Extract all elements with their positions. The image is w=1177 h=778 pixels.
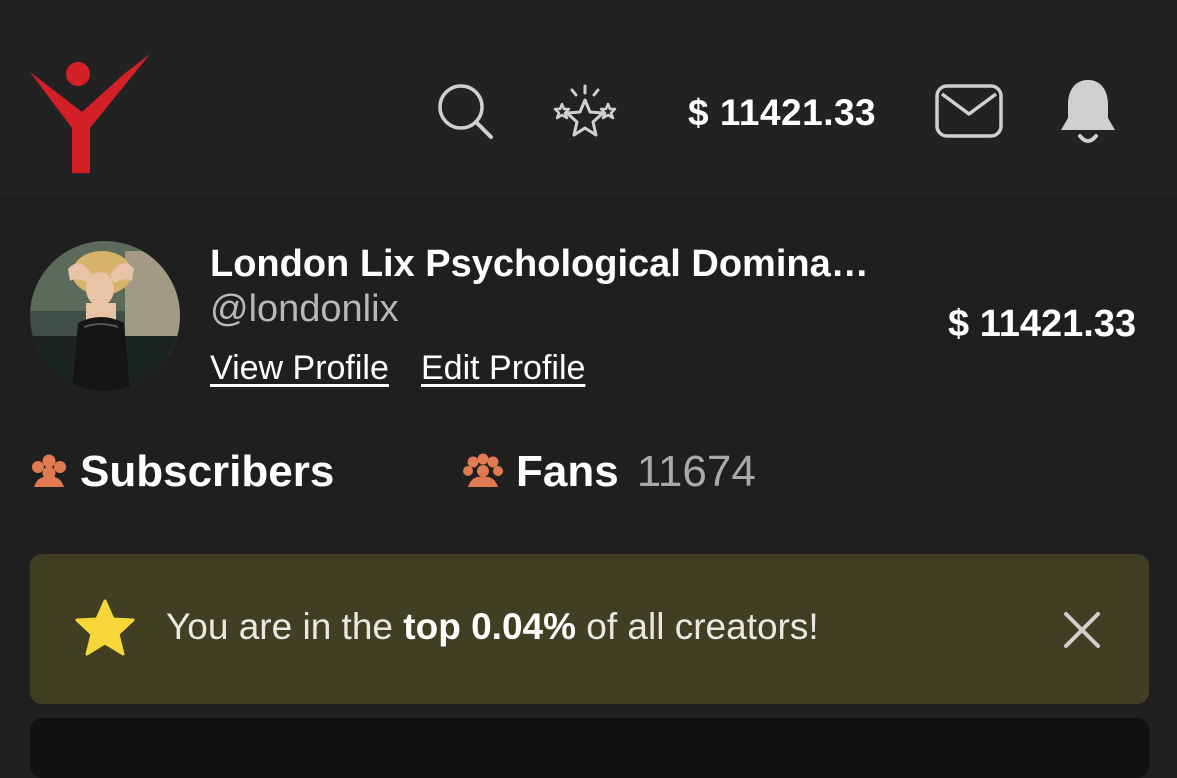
profile-balance: $ 11421.33: [948, 303, 1137, 345]
view-profile-link[interactable]: View Profile: [210, 346, 389, 390]
stars-icon[interactable]: [548, 82, 622, 140]
edit-profile-link[interactable]: Edit Profile: [421, 346, 585, 390]
top-bar: $ 11421.33: [0, 0, 1177, 196]
avatar-photo: [30, 241, 180, 391]
banner-text-before: You are in the: [166, 606, 404, 647]
profile-name: London Lix Psychological Domina…: [210, 243, 869, 285]
star-icon: [75, 599, 135, 656]
content-card: [30, 718, 1149, 778]
subscribers-icon: [32, 454, 66, 487]
subscribers-label: Subscribers: [80, 447, 335, 496]
fans-label: Fans: [516, 447, 619, 496]
bell-icon[interactable]: [1056, 76, 1120, 146]
profile-handle: @londonlix: [210, 288, 399, 330]
achievement-banner: You are in the top 0.04% of all creators…: [30, 554, 1149, 704]
banner-message: You are in the top 0.04% of all creators…: [166, 604, 819, 650]
banner-text-after: of all creators!: [576, 606, 819, 647]
mail-icon[interactable]: [934, 82, 1004, 140]
fans-count: 11674: [636, 447, 756, 496]
close-icon[interactable]: [1062, 610, 1102, 650]
search-icon[interactable]: [436, 82, 494, 140]
banner-text-bold: top 0.04%: [403, 606, 576, 647]
avatar[interactable]: [30, 241, 180, 391]
app-logo[interactable]: [28, 52, 152, 176]
fans-icon: [463, 453, 503, 487]
fans-stat[interactable]: Fans 11674: [462, 446, 756, 498]
subscribers-stat[interactable]: Subscribers: [30, 446, 334, 498]
header-balance[interactable]: $ 11421.33: [688, 90, 876, 136]
